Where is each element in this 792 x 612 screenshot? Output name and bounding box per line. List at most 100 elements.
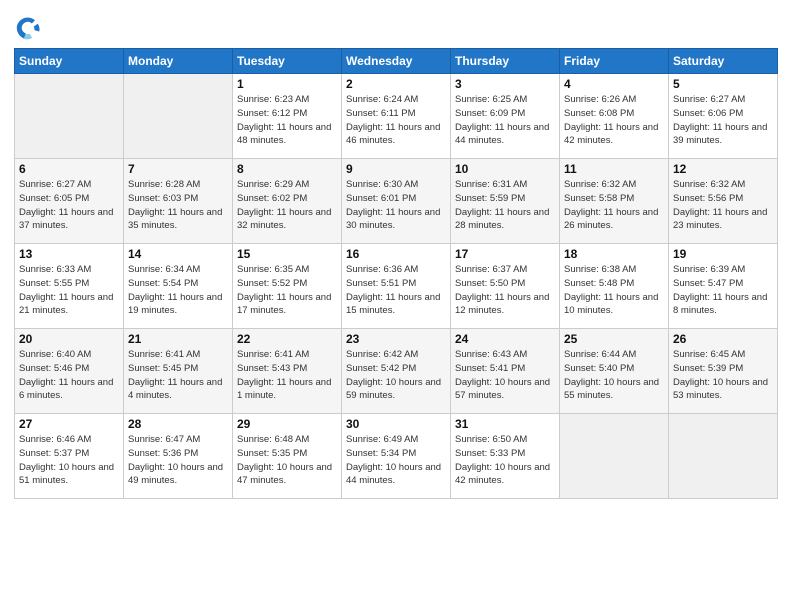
day-number: 13 <box>19 247 119 261</box>
day-number: 17 <box>455 247 555 261</box>
calendar-cell: 25 Sunrise: 6:44 AMSunset: 5:40 PMDayligh… <box>560 329 669 414</box>
calendar-cell: 2 Sunrise: 6:24 AMSunset: 6:11 PMDaylight… <box>342 74 451 159</box>
calendar-week-row: 20Sunrise: 6:40 AMSunset: 5:46 PMDayligh… <box>15 329 778 414</box>
calendar-cell: 15 Sunrise: 6:35 AMSunset: 5:52 PMDayligh… <box>233 244 342 329</box>
calendar-cell: 22 Sunrise: 6:41 AMSunset: 5:43 PMDayligh… <box>233 329 342 414</box>
calendar-cell: 19Sunrise: 6:39 AMSunset: 5:47 PMDayligh… <box>669 244 778 329</box>
calendar-cell: 8Sunrise: 6:29 AMSunset: 6:02 PMDaylight… <box>233 159 342 244</box>
calendar-cell: 9 Sunrise: 6:30 AMSunset: 6:01 PMDaylight… <box>342 159 451 244</box>
calendar-week-row: 6 Sunrise: 6:27 AMSunset: 6:05 PMDaylight… <box>15 159 778 244</box>
day-info: Sunrise: 6:23 AMSunset: 6:12 PMDaylight:… <box>237 93 337 148</box>
day-info: Sunrise: 6:26 AMSunset: 6:08 PMDaylight:… <box>564 93 664 148</box>
calendar-cell: 23 Sunrise: 6:42 AMSunset: 5:42 PMDayligh… <box>342 329 451 414</box>
day-number: 23 <box>346 332 446 346</box>
day-number: 4 <box>564 77 664 91</box>
page: SundayMondayTuesdayWednesdayThursdayFrid… <box>0 0 792 612</box>
day-number: 31 <box>455 417 555 431</box>
day-info: Sunrise: 6:35 AMSunset: 5:52 PMDaylight:… <box>237 263 337 318</box>
calendar-cell: 26 Sunrise: 6:45 AMSunset: 5:39 PMDayligh… <box>669 329 778 414</box>
day-info: Sunrise: 6:32 AMSunset: 5:58 PMDaylight:… <box>564 178 664 233</box>
day-number: 3 <box>455 77 555 91</box>
calendar-cell: 24Sunrise: 6:43 AMSunset: 5:41 PMDayligh… <box>451 329 560 414</box>
day-number: 28 <box>128 417 228 431</box>
calendar-cell: 18 Sunrise: 6:38 AMSunset: 5:48 PMDayligh… <box>560 244 669 329</box>
calendar-week-row: 1 Sunrise: 6:23 AMSunset: 6:12 PMDaylight… <box>15 74 778 159</box>
day-number: 1 <box>237 77 337 91</box>
calendar-cell: 5 Sunrise: 6:27 AMSunset: 6:06 PMDaylight… <box>669 74 778 159</box>
day-info: Sunrise: 6:47 AMSunset: 5:36 PMDaylight:… <box>128 433 228 488</box>
day-number: 18 <box>564 247 664 261</box>
calendar-cell: 3 Sunrise: 6:25 AMSunset: 6:09 PMDaylight… <box>451 74 560 159</box>
calendar-cell: 17 Sunrise: 6:37 AMSunset: 5:50 PMDayligh… <box>451 244 560 329</box>
day-number: 15 <box>237 247 337 261</box>
day-number: 27 <box>19 417 119 431</box>
calendar-cell: 20Sunrise: 6:40 AMSunset: 5:46 PMDayligh… <box>15 329 124 414</box>
day-number: 29 <box>237 417 337 431</box>
day-info: Sunrise: 6:27 AMSunset: 6:06 PMDaylight:… <box>673 93 773 148</box>
day-info: Sunrise: 6:27 AMSunset: 6:05 PMDaylight:… <box>19 178 119 233</box>
day-info: Sunrise: 6:41 AMSunset: 5:43 PMDaylight:… <box>237 348 337 403</box>
day-number: 26 <box>673 332 773 346</box>
calendar-cell: 30Sunrise: 6:49 AMSunset: 5:34 PMDayligh… <box>342 414 451 499</box>
weekday-header: Monday <box>124 49 233 74</box>
calendar-cell: 4 Sunrise: 6:26 AMSunset: 6:08 PMDaylight… <box>560 74 669 159</box>
day-info: Sunrise: 6:42 AMSunset: 5:42 PMDaylight:… <box>346 348 446 403</box>
calendar-cell: 31 Sunrise: 6:50 AMSunset: 5:33 PMDayligh… <box>451 414 560 499</box>
day-info: Sunrise: 6:50 AMSunset: 5:33 PMDaylight:… <box>455 433 555 488</box>
day-info: Sunrise: 6:49 AMSunset: 5:34 PMDaylight:… <box>346 433 446 488</box>
day-info: Sunrise: 6:46 AMSunset: 5:37 PMDaylight:… <box>19 433 119 488</box>
day-number: 11 <box>564 162 664 176</box>
logo-icon <box>14 14 42 42</box>
calendar-cell: 21Sunrise: 6:41 AMSunset: 5:45 PMDayligh… <box>124 329 233 414</box>
day-info: Sunrise: 6:45 AMSunset: 5:39 PMDaylight:… <box>673 348 773 403</box>
day-info: Sunrise: 6:24 AMSunset: 6:11 PMDaylight:… <box>346 93 446 148</box>
day-number: 5 <box>673 77 773 91</box>
day-info: Sunrise: 6:34 AMSunset: 5:54 PMDaylight:… <box>128 263 228 318</box>
calendar-cell <box>124 74 233 159</box>
day-info: Sunrise: 6:25 AMSunset: 6:09 PMDaylight:… <box>455 93 555 148</box>
calendar-cell: 27 Sunrise: 6:46 AMSunset: 5:37 PMDayligh… <box>15 414 124 499</box>
calendar-cell: 6 Sunrise: 6:27 AMSunset: 6:05 PMDaylight… <box>15 159 124 244</box>
calendar-cell: 13Sunrise: 6:33 AMSunset: 5:55 PMDayligh… <box>15 244 124 329</box>
day-number: 12 <box>673 162 773 176</box>
weekday-header: Sunday <box>15 49 124 74</box>
day-info: Sunrise: 6:37 AMSunset: 5:50 PMDaylight:… <box>455 263 555 318</box>
calendar-cell <box>669 414 778 499</box>
day-info: Sunrise: 6:29 AMSunset: 6:02 PMDaylight:… <box>237 178 337 233</box>
day-info: Sunrise: 6:41 AMSunset: 5:45 PMDaylight:… <box>128 348 228 403</box>
day-info: Sunrise: 6:38 AMSunset: 5:48 PMDaylight:… <box>564 263 664 318</box>
day-info: Sunrise: 6:48 AMSunset: 5:35 PMDaylight:… <box>237 433 337 488</box>
day-number: 20 <box>19 332 119 346</box>
day-info: Sunrise: 6:31 AMSunset: 5:59 PMDaylight:… <box>455 178 555 233</box>
day-number: 24 <box>455 332 555 346</box>
day-number: 22 <box>237 332 337 346</box>
calendar-cell: 1 Sunrise: 6:23 AMSunset: 6:12 PMDaylight… <box>233 74 342 159</box>
day-info: Sunrise: 6:30 AMSunset: 6:01 PMDaylight:… <box>346 178 446 233</box>
day-info: Sunrise: 6:39 AMSunset: 5:47 PMDaylight:… <box>673 263 773 318</box>
calendar-cell: 28 Sunrise: 6:47 AMSunset: 5:36 PMDayligh… <box>124 414 233 499</box>
calendar-cell: 7 Sunrise: 6:28 AMSunset: 6:03 PMDaylight… <box>124 159 233 244</box>
calendar-week-row: 13Sunrise: 6:33 AMSunset: 5:55 PMDayligh… <box>15 244 778 329</box>
day-number: 2 <box>346 77 446 91</box>
calendar-cell <box>15 74 124 159</box>
day-info: Sunrise: 6:44 AMSunset: 5:40 PMDaylight:… <box>564 348 664 403</box>
day-number: 9 <box>346 162 446 176</box>
weekday-header: Thursday <box>451 49 560 74</box>
day-info: Sunrise: 6:32 AMSunset: 5:56 PMDaylight:… <box>673 178 773 233</box>
day-number: 6 <box>19 162 119 176</box>
day-number: 25 <box>564 332 664 346</box>
calendar-cell: 12 Sunrise: 6:32 AMSunset: 5:56 PMDayligh… <box>669 159 778 244</box>
day-number: 7 <box>128 162 228 176</box>
calendar-cell: 14 Sunrise: 6:34 AMSunset: 5:54 PMDayligh… <box>124 244 233 329</box>
calendar-cell: 11 Sunrise: 6:32 AMSunset: 5:58 PMDayligh… <box>560 159 669 244</box>
calendar-cell: 16Sunrise: 6:36 AMSunset: 5:51 PMDayligh… <box>342 244 451 329</box>
day-number: 16 <box>346 247 446 261</box>
calendar-header-row: SundayMondayTuesdayWednesdayThursdayFrid… <box>15 49 778 74</box>
day-number: 10 <box>455 162 555 176</box>
weekday-header: Saturday <box>669 49 778 74</box>
logo <box>14 14 46 42</box>
calendar-cell <box>560 414 669 499</box>
weekday-header: Tuesday <box>233 49 342 74</box>
day-number: 14 <box>128 247 228 261</box>
day-info: Sunrise: 6:28 AMSunset: 6:03 PMDaylight:… <box>128 178 228 233</box>
